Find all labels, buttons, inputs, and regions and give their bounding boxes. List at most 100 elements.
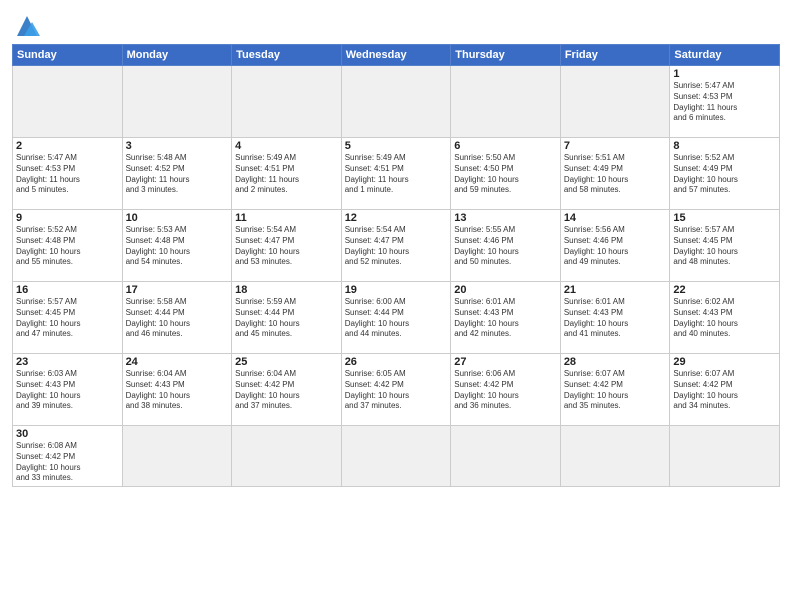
weekday-friday: Friday: [560, 45, 670, 66]
calendar-cell: 9Sunrise: 5:52 AM Sunset: 4:48 PM Daylig…: [13, 210, 123, 282]
day-number: 26: [345, 356, 448, 368]
calendar-cell: 25Sunrise: 6:04 AM Sunset: 4:42 PM Dayli…: [232, 354, 342, 426]
calendar-cell: 1Sunrise: 5:47 AM Sunset: 4:53 PM Daylig…: [670, 66, 780, 138]
day-number: 27: [454, 356, 557, 368]
day-info: Sunrise: 6:05 AM Sunset: 4:42 PM Dayligh…: [345, 369, 448, 412]
day-number: 6: [454, 140, 557, 152]
day-info: Sunrise: 5:57 AM Sunset: 4:45 PM Dayligh…: [673, 225, 776, 268]
weekday-tuesday: Tuesday: [232, 45, 342, 66]
calendar-cell: 23Sunrise: 6:03 AM Sunset: 4:43 PM Dayli…: [13, 354, 123, 426]
day-info: Sunrise: 5:55 AM Sunset: 4:46 PM Dayligh…: [454, 225, 557, 268]
day-info: Sunrise: 5:52 AM Sunset: 4:49 PM Dayligh…: [673, 153, 776, 196]
day-number: 22: [673, 284, 776, 296]
weekday-sunday: Sunday: [13, 45, 123, 66]
day-number: 17: [126, 284, 229, 296]
day-info: Sunrise: 5:49 AM Sunset: 4:51 PM Dayligh…: [235, 153, 338, 196]
week-row-3: 9Sunrise: 5:52 AM Sunset: 4:48 PM Daylig…: [13, 210, 780, 282]
day-number: 15: [673, 212, 776, 224]
calendar-cell: [451, 66, 561, 138]
weekday-wednesday: Wednesday: [341, 45, 451, 66]
calendar-cell: 15Sunrise: 5:57 AM Sunset: 4:45 PM Dayli…: [670, 210, 780, 282]
logo: [12, 14, 42, 36]
calendar-cell: [232, 66, 342, 138]
calendar-cell: 17Sunrise: 5:58 AM Sunset: 4:44 PM Dayli…: [122, 282, 232, 354]
day-number: 5: [345, 140, 448, 152]
day-number: 8: [673, 140, 776, 152]
calendar-cell: 26Sunrise: 6:05 AM Sunset: 4:42 PM Dayli…: [341, 354, 451, 426]
day-info: Sunrise: 6:06 AM Sunset: 4:42 PM Dayligh…: [454, 369, 557, 412]
calendar-cell: 22Sunrise: 6:02 AM Sunset: 4:43 PM Dayli…: [670, 282, 780, 354]
day-number: 16: [16, 284, 119, 296]
calendar-cell: 14Sunrise: 5:56 AM Sunset: 4:46 PM Dayli…: [560, 210, 670, 282]
week-row-4: 16Sunrise: 5:57 AM Sunset: 4:45 PM Dayli…: [13, 282, 780, 354]
weekday-thursday: Thursday: [451, 45, 561, 66]
calendar-cell: 8Sunrise: 5:52 AM Sunset: 4:49 PM Daylig…: [670, 138, 780, 210]
weekday-monday: Monday: [122, 45, 232, 66]
calendar-cell: [341, 66, 451, 138]
day-number: 12: [345, 212, 448, 224]
calendar-cell: 7Sunrise: 5:51 AM Sunset: 4:49 PM Daylig…: [560, 138, 670, 210]
calendar-cell: 6Sunrise: 5:50 AM Sunset: 4:50 PM Daylig…: [451, 138, 561, 210]
week-row-1: 1Sunrise: 5:47 AM Sunset: 4:53 PM Daylig…: [13, 66, 780, 138]
calendar-cell: 27Sunrise: 6:06 AM Sunset: 4:42 PM Dayli…: [451, 354, 561, 426]
calendar-cell: [560, 66, 670, 138]
calendar-cell: 12Sunrise: 5:54 AM Sunset: 4:47 PM Dayli…: [341, 210, 451, 282]
calendar-cell: [560, 426, 670, 487]
calendar-cell: [670, 426, 780, 487]
day-info: Sunrise: 5:57 AM Sunset: 4:45 PM Dayligh…: [16, 297, 119, 340]
calendar-cell: 10Sunrise: 5:53 AM Sunset: 4:48 PM Dayli…: [122, 210, 232, 282]
day-info: Sunrise: 6:01 AM Sunset: 4:43 PM Dayligh…: [564, 297, 667, 340]
calendar-cell: 5Sunrise: 5:49 AM Sunset: 4:51 PM Daylig…: [341, 138, 451, 210]
weekday-saturday: Saturday: [670, 45, 780, 66]
day-info: Sunrise: 5:51 AM Sunset: 4:49 PM Dayligh…: [564, 153, 667, 196]
day-info: Sunrise: 5:48 AM Sunset: 4:52 PM Dayligh…: [126, 153, 229, 196]
day-number: 30: [16, 428, 119, 440]
day-info: Sunrise: 5:54 AM Sunset: 4:47 PM Dayligh…: [345, 225, 448, 268]
day-number: 19: [345, 284, 448, 296]
day-info: Sunrise: 5:52 AM Sunset: 4:48 PM Dayligh…: [16, 225, 119, 268]
day-number: 29: [673, 356, 776, 368]
day-number: 1: [673, 68, 776, 80]
day-info: Sunrise: 5:50 AM Sunset: 4:50 PM Dayligh…: [454, 153, 557, 196]
day-number: 14: [564, 212, 667, 224]
calendar-cell: [122, 66, 232, 138]
day-info: Sunrise: 6:01 AM Sunset: 4:43 PM Dayligh…: [454, 297, 557, 340]
day-number: 7: [564, 140, 667, 152]
header: [12, 10, 780, 36]
day-info: Sunrise: 6:04 AM Sunset: 4:42 PM Dayligh…: [235, 369, 338, 412]
page: SundayMondayTuesdayWednesdayThursdayFrid…: [0, 0, 792, 612]
day-number: 2: [16, 140, 119, 152]
calendar-cell: 18Sunrise: 5:59 AM Sunset: 4:44 PM Dayli…: [232, 282, 342, 354]
week-row-2: 2Sunrise: 5:47 AM Sunset: 4:53 PM Daylig…: [13, 138, 780, 210]
day-info: Sunrise: 6:03 AM Sunset: 4:43 PM Dayligh…: [16, 369, 119, 412]
calendar-cell: 2Sunrise: 5:47 AM Sunset: 4:53 PM Daylig…: [13, 138, 123, 210]
calendar-cell: 13Sunrise: 5:55 AM Sunset: 4:46 PM Dayli…: [451, 210, 561, 282]
day-number: 10: [126, 212, 229, 224]
calendar-cell: 19Sunrise: 6:00 AM Sunset: 4:44 PM Dayli…: [341, 282, 451, 354]
day-number: 3: [126, 140, 229, 152]
day-number: 25: [235, 356, 338, 368]
day-number: 23: [16, 356, 119, 368]
calendar-table: SundayMondayTuesdayWednesdayThursdayFrid…: [12, 44, 780, 487]
day-info: Sunrise: 6:07 AM Sunset: 4:42 PM Dayligh…: [564, 369, 667, 412]
day-number: 9: [16, 212, 119, 224]
calendar-cell: 30Sunrise: 6:08 AM Sunset: 4:42 PM Dayli…: [13, 426, 123, 487]
week-row-6: 30Sunrise: 6:08 AM Sunset: 4:42 PM Dayli…: [13, 426, 780, 487]
day-number: 18: [235, 284, 338, 296]
day-info: Sunrise: 5:47 AM Sunset: 4:53 PM Dayligh…: [16, 153, 119, 196]
calendar-cell: 11Sunrise: 5:54 AM Sunset: 4:47 PM Dayli…: [232, 210, 342, 282]
day-number: 28: [564, 356, 667, 368]
calendar-cell: [341, 426, 451, 487]
calendar-cell: [232, 426, 342, 487]
day-info: Sunrise: 5:58 AM Sunset: 4:44 PM Dayligh…: [126, 297, 229, 340]
day-info: Sunrise: 6:00 AM Sunset: 4:44 PM Dayligh…: [345, 297, 448, 340]
calendar-cell: [13, 66, 123, 138]
day-info: Sunrise: 5:49 AM Sunset: 4:51 PM Dayligh…: [345, 153, 448, 196]
day-info: Sunrise: 6:08 AM Sunset: 4:42 PM Dayligh…: [16, 441, 119, 484]
week-row-5: 23Sunrise: 6:03 AM Sunset: 4:43 PM Dayli…: [13, 354, 780, 426]
day-number: 13: [454, 212, 557, 224]
day-info: Sunrise: 6:04 AM Sunset: 4:43 PM Dayligh…: [126, 369, 229, 412]
day-number: 21: [564, 284, 667, 296]
logo-icon: [12, 14, 42, 40]
day-number: 4: [235, 140, 338, 152]
